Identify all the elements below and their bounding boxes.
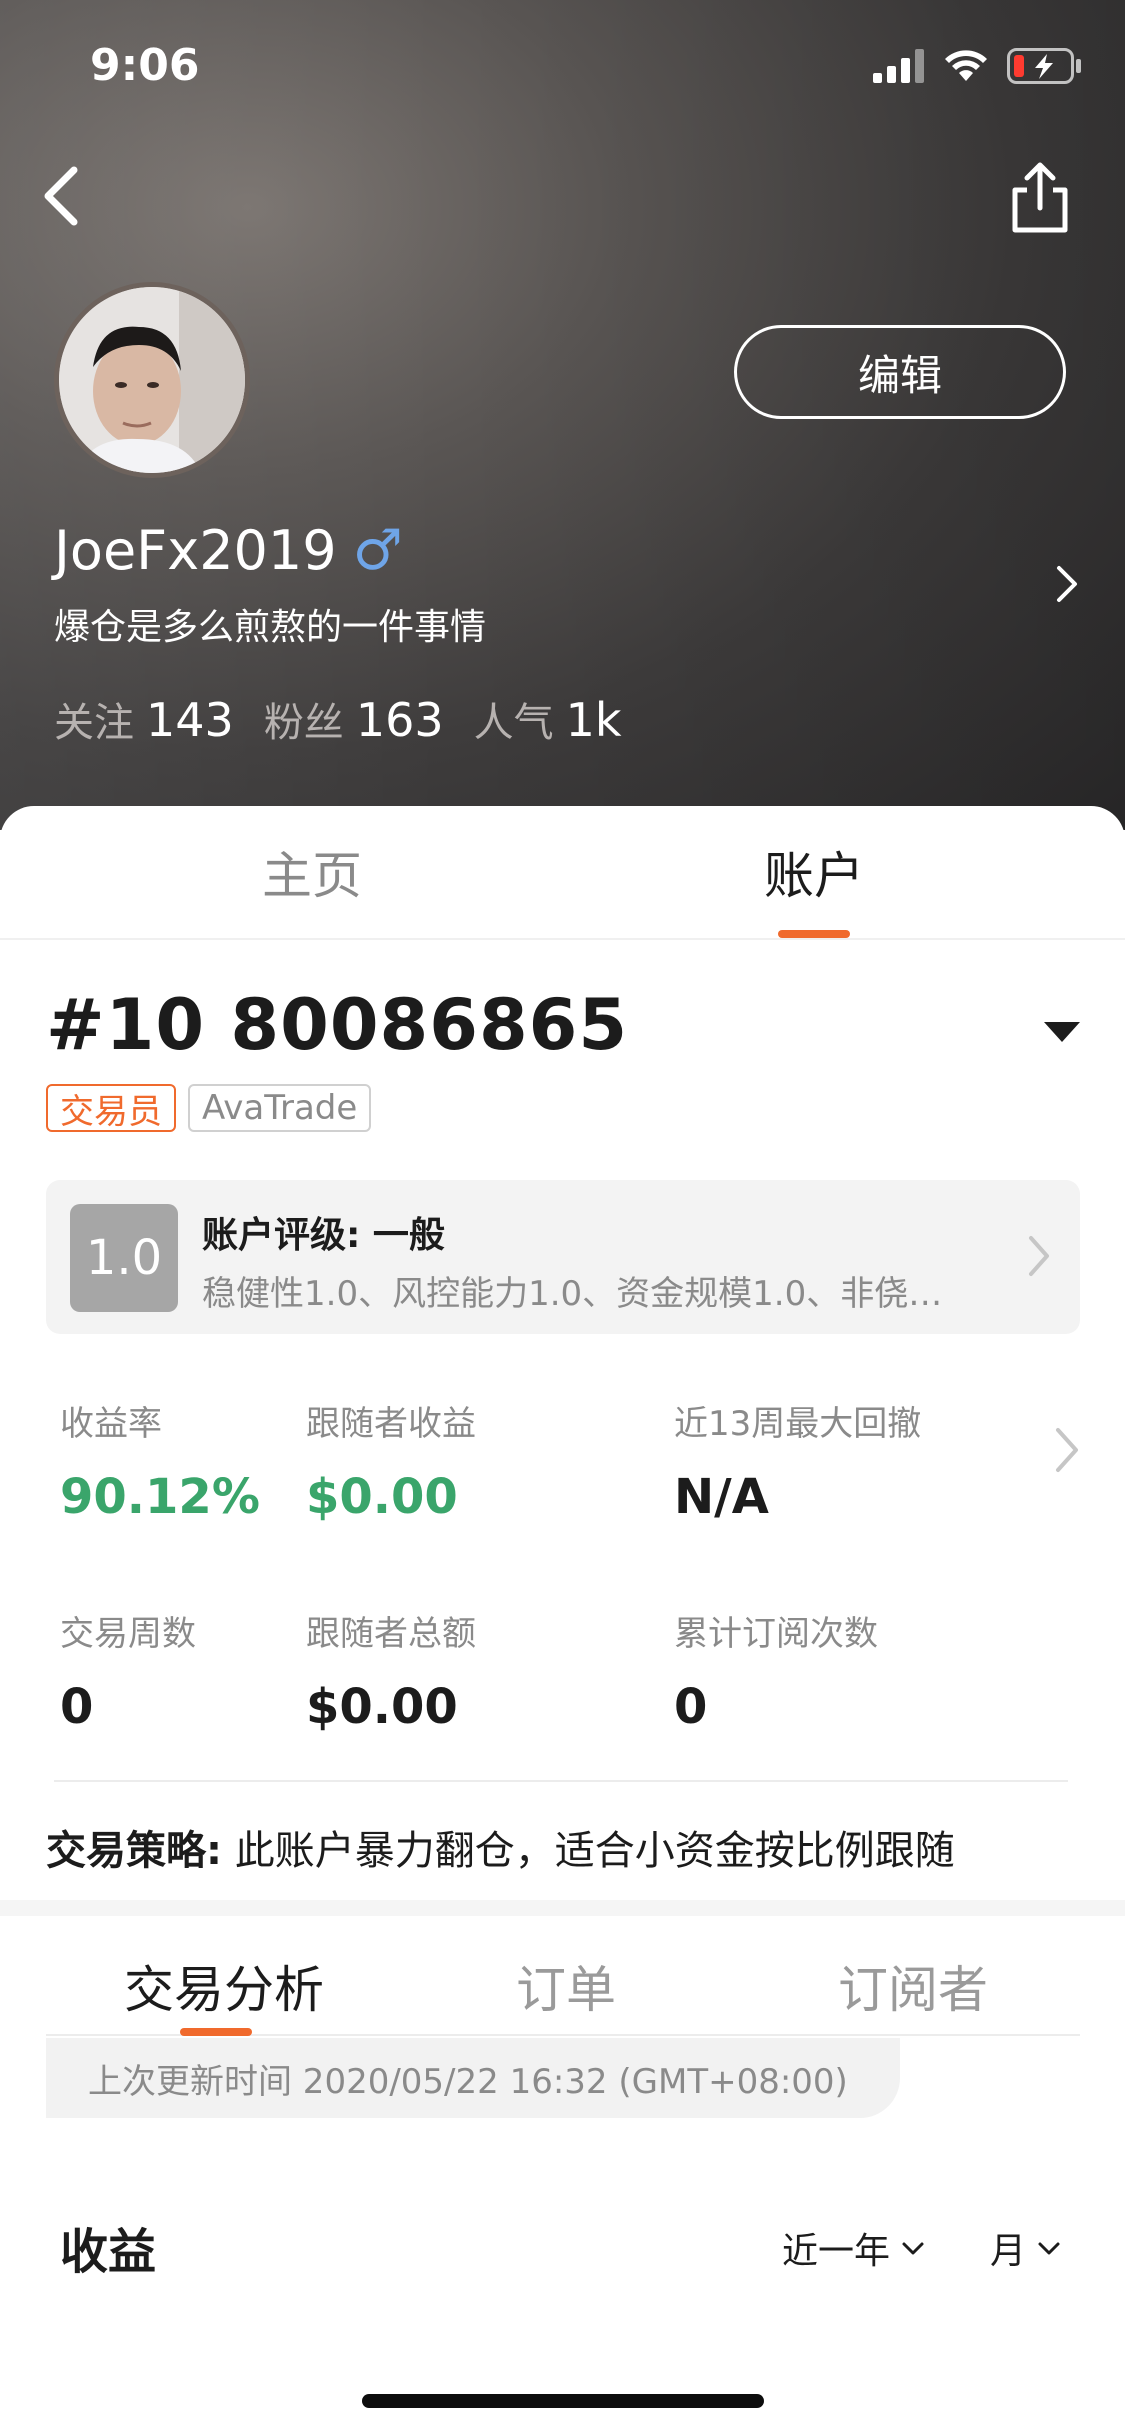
rating-detail: 稳健性1.0、风控能力1.0、资金规模1.0、非侥… — [202, 1274, 943, 1314]
tab-account[interactable]: 账户 — [764, 836, 864, 908]
content-card: 主页 账户 #10 80086865 交易员 AvaTrade 1.0 账户评级… — [0, 806, 1125, 2436]
stat-value: 143 — [146, 693, 234, 747]
metric-follower-profit: 跟随者收益 $0.00 — [306, 1396, 476, 1525]
section-divider — [0, 1900, 1125, 1916]
account-number: #10 80086865 — [46, 984, 629, 1066]
metric-value: $0.00 — [306, 1679, 458, 1735]
chevron-right-icon[interactable] — [1053, 1424, 1081, 1476]
rating-title: 账户评级: 一般 — [202, 1215, 445, 1256]
tab-subscribers[interactable]: 订阅者 — [838, 1950, 988, 2022]
avatar-photo — [59, 287, 245, 473]
strategy-label: 交易策略: — [46, 1828, 222, 1874]
tab-orders[interactable]: 订单 — [516, 1950, 616, 2022]
divider — [54, 1780, 1068, 1782]
analysis-tabs: 交易分析 订单 订阅者 — [46, 1918, 1080, 2036]
stat-value: 163 — [355, 693, 444, 747]
account-dropdown-icon[interactable] — [1044, 1022, 1080, 1042]
metric-value: 0 — [674, 1679, 708, 1735]
profile-stats: 关注 143 粉丝 163 人气 1k — [54, 690, 622, 748]
wifi-icon — [945, 50, 987, 81]
battery-icon — [1007, 48, 1081, 84]
stat-followers[interactable]: 粉丝 163 — [264, 690, 444, 748]
metric-label: 跟随者收益 — [306, 1404, 476, 1444]
chevron-down-icon — [1038, 2242, 1060, 2255]
strategy-text: 此账户暴力翻仓，适合小资金按比例跟随 — [222, 1828, 955, 1874]
metric-label: 收益率 — [60, 1404, 162, 1444]
metric-label: 近13周最大回撤 — [674, 1404, 922, 1444]
rating-score: 1.0 — [70, 1204, 178, 1312]
stat-popularity: 人气 1k — [474, 690, 622, 748]
stat-label: 关注 — [54, 700, 134, 746]
period-unit-value: 月 — [990, 2231, 1027, 2272]
signal-icon — [873, 49, 924, 83]
income-section-title: 收益 — [60, 2224, 157, 2280]
broker-badge: AvaTrade — [188, 1084, 372, 1132]
metric-return-rate: 收益率 90.12% — [60, 1396, 260, 1525]
share-icon[interactable] — [1005, 160, 1075, 236]
stat-following[interactable]: 关注 143 — [54, 690, 234, 748]
time-range-value: 近一年 — [782, 2231, 891, 2272]
metric-value: $0.00 — [306, 1469, 458, 1525]
username: JoeFx2019 ♂ — [54, 518, 403, 583]
chevron-right-icon — [1029, 1236, 1049, 1276]
metric-trading-weeks: 交易周数 0 — [60, 1606, 196, 1735]
status-icons — [873, 48, 1083, 84]
metric-value: N/A — [674, 1469, 769, 1525]
stat-label: 人气 — [473, 700, 554, 746]
period-unit-selector[interactable]: 月 — [990, 2222, 1062, 2274]
tab-home[interactable]: 主页 — [262, 836, 362, 908]
metric-value: 90.12% — [60, 1469, 260, 1525]
chevron-down-icon — [902, 2242, 924, 2255]
stat-label: 粉丝 — [263, 700, 344, 746]
trading-strategy: 交易策略: 此账户暴力翻仓，适合小资金按比例跟随 — [46, 1818, 955, 1876]
metric-label: 跟随者总额 — [306, 1614, 476, 1654]
profile-tabs: 主页 账户 — [0, 806, 1125, 940]
time-range-selector[interactable]: 近一年 — [782, 2222, 926, 2274]
username-text: JoeFx2019 — [54, 519, 337, 582]
stat-value: 1k — [565, 693, 622, 747]
metric-max-drawdown: 近13周最大回撤 N/A — [674, 1396, 921, 1525]
trader-badge: 交易员 — [46, 1084, 176, 1132]
active-subtab-indicator — [180, 2028, 252, 2036]
home-indicator[interactable] — [362, 2394, 764, 2408]
metric-value: 0 — [60, 1679, 94, 1735]
tab-trade-analysis[interactable]: 交易分析 — [124, 1950, 324, 2022]
metric-follower-total: 跟随者总额 $0.00 — [306, 1606, 476, 1735]
back-icon[interactable] — [36, 160, 92, 232]
active-tab-indicator — [778, 930, 850, 938]
last-update-time: 上次更新时间 2020/05/22 16:32 (GMT+08:00) — [46, 2038, 900, 2118]
account-rating-card[interactable]: 1.0 账户评级: 一般 稳健性1.0、风控能力1.0、资金规模1.0、非侥… — [46, 1180, 1080, 1334]
status-time: 9:06 — [90, 40, 200, 91]
edit-profile-button[interactable]: 编辑 — [734, 325, 1066, 419]
metric-label: 交易周数 — [60, 1614, 196, 1654]
metric-label: 累计订阅次数 — [674, 1614, 878, 1654]
male-gender-icon: ♂ — [352, 518, 403, 583]
chevron-right-icon[interactable] — [1051, 560, 1081, 608]
avatar[interactable] — [54, 282, 250, 478]
profile-bio: 爆仓是多么煎熬的一件事情 — [54, 607, 487, 648]
metric-subscription-count: 累计订阅次数 0 — [674, 1606, 878, 1735]
